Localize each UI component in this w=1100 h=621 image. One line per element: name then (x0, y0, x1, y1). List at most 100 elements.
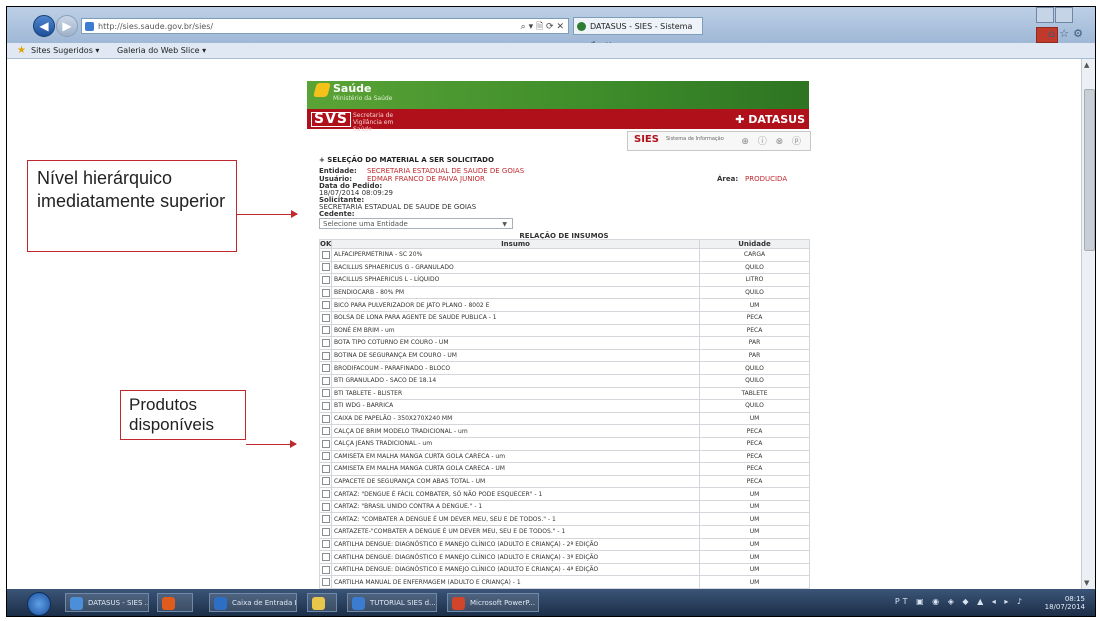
checkbox[interactable] (321, 578, 330, 587)
forward-button[interactable]: ▶ (56, 15, 78, 37)
back-button[interactable]: ◀ (33, 15, 55, 37)
cedente-select[interactable]: Selecione uma Entidade ▼ (319, 218, 513, 229)
banner-saude: Saúde Ministério da Saúde (307, 81, 809, 109)
taskbar-item[interactable]: TUTORIAL SIES d... (347, 593, 437, 612)
checkbox[interactable] (321, 275, 330, 284)
checkbox[interactable] (321, 414, 330, 423)
taskbar-item[interactable] (157, 593, 193, 612)
row-checkbox-cell[interactable] (319, 285, 332, 300)
checkbox[interactable] (321, 301, 330, 310)
start-button[interactable] (27, 592, 51, 616)
row-checkbox-cell[interactable] (319, 361, 332, 375)
row-checkbox-cell[interactable] (319, 550, 332, 564)
unidade-cell: PAR (699, 348, 810, 363)
taskbar-item[interactable]: Microsoft PowerP... (447, 593, 539, 612)
minimize-button[interactable] (1036, 7, 1054, 23)
scroll-down-icon[interactable]: ▼ (1084, 579, 1089, 587)
sies-nav-icons[interactable]: ⊕ ⓘ ⊗ ⓟ (741, 134, 804, 147)
table-row: BACILLUS SPHAERICUS G - GRANULADO QUILO (319, 260, 810, 275)
address-bar[interactable]: http://sies.saude.gov.br/sies/ ⌕ ▾ 🗎 ⟳ ✕ (81, 18, 569, 34)
address-controls[interactable]: ⌕ ▾ 🗎 ⟳ ✕ (521, 19, 564, 35)
taskbar-app-icon (352, 597, 365, 610)
row-checkbox-cell[interactable] (319, 386, 332, 401)
maximize-button[interactable] (1055, 7, 1073, 23)
checkbox[interactable] (321, 288, 330, 297)
row-checkbox-cell[interactable] (319, 474, 332, 489)
checkbox[interactable] (321, 439, 330, 448)
checkbox[interactable] (321, 401, 330, 410)
checkbox[interactable] (321, 263, 330, 272)
table-row: BRODIFACOUM - PARAFINADO - BLOCO QUILO (319, 361, 810, 375)
unidade-cell: UM (699, 411, 810, 426)
checkbox[interactable] (321, 515, 330, 524)
tab-datasus[interactable]: DATASUS - SIES - Sistema d... × (573, 17, 703, 49)
row-checkbox-cell[interactable] (319, 436, 332, 451)
table-row: BENDIOCARB - 80% PM QUILO (319, 285, 810, 300)
callout-arrow-produtos (246, 440, 297, 448)
row-checkbox-cell[interactable] (319, 525, 332, 539)
section-title: + SELEÇÃO DO MATERIAL A SER SOLICITADO (319, 156, 494, 164)
checkbox[interactable] (321, 326, 330, 335)
checkbox[interactable] (321, 464, 330, 473)
insumo-cell: BACILLUS SPHAERICUS L - LÍQUIDO (331, 273, 700, 287)
checkbox[interactable] (321, 540, 330, 549)
row-checkbox-cell[interactable] (319, 273, 332, 287)
row-checkbox-cell[interactable] (319, 373, 332, 388)
row-checkbox-cell[interactable] (319, 310, 332, 325)
checkbox[interactable] (321, 452, 330, 461)
row-checkbox-cell[interactable] (319, 512, 332, 527)
checkbox[interactable] (321, 389, 330, 398)
home-favorites-tools-icons[interactable]: ⌂☆⚙ (1048, 27, 1087, 40)
unidade-cell: UM (699, 562, 810, 577)
saude-title: Saúde (333, 82, 372, 95)
row-checkbox-cell[interactable] (319, 424, 332, 438)
scroll-up-icon[interactable]: ▲ (1084, 61, 1089, 69)
row-checkbox-cell[interactable] (319, 411, 332, 426)
checkbox[interactable] (321, 502, 330, 511)
checkbox[interactable] (321, 313, 330, 322)
checkbox[interactable] (321, 427, 330, 436)
favorites-item-galeria[interactable]: Galeria do Web Slice ▾ (117, 43, 206, 58)
vertical-scrollbar[interactable]: ▲ ▼ (1081, 59, 1095, 589)
insumo-cell: CALÇA DE BRIM MODELO TRADICIONAL - um (331, 424, 700, 438)
taskbar-item[interactable]: Caixa de Entrada L... (209, 593, 297, 612)
checkbox[interactable] (321, 553, 330, 562)
row-checkbox-cell[interactable] (319, 487, 332, 501)
row-checkbox-cell[interactable] (319, 336, 332, 350)
checkbox[interactable] (321, 338, 330, 347)
system-tray-icons[interactable]: PT ▣ ◉ ◈ ◆ ▲ ◂ ▸ ♪ (895, 597, 1025, 606)
checkbox[interactable] (321, 250, 330, 259)
checkbox[interactable] (321, 364, 330, 373)
datasus-logo: ✚ DATASUS (735, 113, 805, 126)
checkbox[interactable] (321, 527, 330, 536)
row-checkbox-cell[interactable] (319, 562, 332, 577)
checkbox[interactable] (321, 565, 330, 574)
favorites-star-icon[interactable]: ★ (17, 43, 26, 58)
row-checkbox-cell[interactable] (319, 449, 332, 464)
row-checkbox-cell[interactable] (319, 248, 332, 262)
row-checkbox-cell[interactable] (319, 575, 332, 589)
cedente-label: Cedente: (319, 210, 355, 218)
clock[interactable]: 08:15 18/07/2014 (1045, 595, 1085, 611)
row-checkbox-cell[interactable] (319, 537, 332, 552)
row-checkbox-cell[interactable] (319, 348, 332, 363)
row-checkbox-cell[interactable] (319, 462, 332, 476)
row-checkbox-cell[interactable] (319, 323, 332, 338)
cedente-select-value: Selecione uma Entidade (323, 220, 408, 228)
row-checkbox-cell[interactable] (319, 499, 332, 514)
scroll-thumb[interactable] (1084, 89, 1095, 251)
taskbar-item[interactable] (307, 593, 337, 612)
taskbar-item[interactable]: DATASUS - SIES ... (65, 593, 149, 612)
row-checkbox-cell[interactable] (319, 298, 332, 312)
row-checkbox-cell[interactable] (319, 260, 332, 275)
table-row: BOLSA DE LONA PARA AGENTE DE SAUDE PUBLI… (319, 310, 810, 325)
favorites-item-sites[interactable]: Sites Sugeridos ▾ (31, 43, 99, 58)
sies-logo: SIES (634, 134, 659, 145)
checkbox[interactable] (321, 376, 330, 385)
checkbox[interactable] (321, 490, 330, 499)
checkbox[interactable] (321, 351, 330, 360)
row-checkbox-cell[interactable] (319, 399, 332, 413)
unidade-cell: QUILO (699, 285, 810, 300)
window-controls (1035, 7, 1091, 43)
checkbox[interactable] (321, 477, 330, 486)
